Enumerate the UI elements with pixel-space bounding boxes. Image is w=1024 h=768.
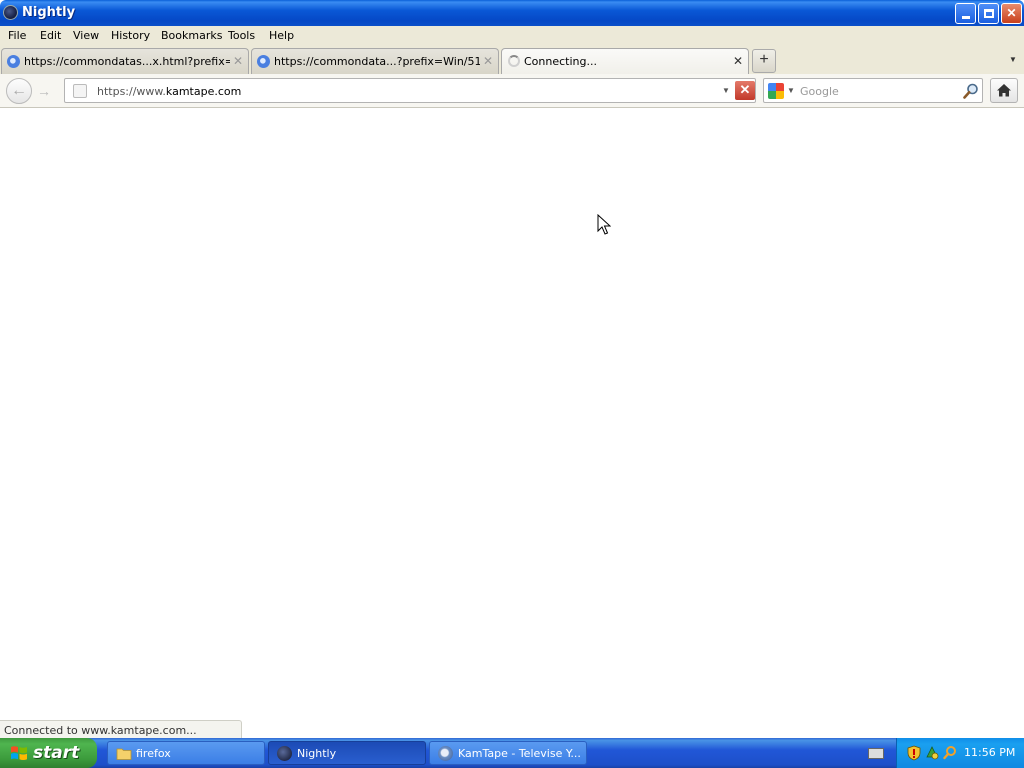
back-button[interactable]: ←: [6, 78, 32, 104]
plus-icon: +: [759, 51, 769, 68]
restore-icon: [983, 9, 994, 18]
mouse-cursor-icon: [597, 214, 611, 235]
magnifier-icon[interactable]: [962, 82, 980, 100]
window-titlebar[interactable]: Nightly ✕: [0, 0, 1024, 26]
status-panel: Connected to www.kamtape.com...: [0, 720, 242, 738]
windows-flag-icon: [11, 746, 27, 761]
search-engine-dropdown-icon[interactable]: ▼: [787, 86, 795, 95]
status-text: Connected to www.kamtape.com...: [4, 724, 197, 737]
forward-arrow-icon: →: [37, 83, 51, 99]
stop-button[interactable]: ✕: [735, 81, 755, 100]
close-icon: ✕: [1006, 6, 1017, 20]
tab-close-icon[interactable]: ✕: [233, 54, 243, 68]
navigation-toolbar: ← → https://www.kamtape.com ▼ ✕ ▼ Google: [0, 74, 1024, 108]
keyboard-language-icon[interactable]: [868, 748, 884, 759]
menu-history[interactable]: History: [111, 29, 150, 42]
tab-close-icon[interactable]: ✕: [483, 54, 493, 68]
tab-label: https://commondatas...x.html?prefix=Win/: [24, 55, 230, 68]
menu-bar: File Edit View History Bookmarks Tools H…: [0, 26, 1024, 46]
menu-bookmarks[interactable]: Bookmarks: [161, 29, 222, 42]
window-title: Nightly: [22, 5, 76, 20]
stop-x-icon: ✕: [739, 82, 751, 97]
nightly-globe-icon: [277, 746, 292, 761]
globe-favicon-icon: [7, 55, 20, 68]
minimize-icon: [961, 16, 970, 19]
taskbar-button-firefox[interactable]: firefox: [107, 741, 265, 765]
loading-spinner-icon: [508, 55, 520, 67]
tab-3-active[interactable]: Connecting... ✕: [501, 48, 749, 74]
start-label: start: [33, 743, 80, 763]
nightly-globe-icon: [3, 5, 18, 20]
back-arrow-icon: ←: [11, 82, 27, 99]
search-bar[interactable]: ▼ Google: [763, 78, 983, 103]
home-icon: [997, 84, 1011, 97]
menu-edit[interactable]: Edit: [40, 29, 61, 42]
menu-file[interactable]: File: [8, 29, 26, 42]
taskbar-button-label: firefox: [136, 747, 171, 760]
start-button[interactable]: start: [0, 738, 97, 768]
url-history-dropdown-icon[interactable]: ▼: [722, 86, 730, 95]
url-text[interactable]: https://www.kamtape.com: [97, 85, 241, 98]
tab-label: https://commondata...?prefix=Win/51594/: [274, 55, 480, 68]
folder-icon: [116, 748, 132, 760]
tab-close-icon[interactable]: ✕: [733, 54, 743, 68]
url-host: kamtape.com: [165, 85, 242, 98]
restore-button[interactable]: [978, 3, 999, 24]
tab-label: Connecting...: [524, 55, 597, 68]
menu-help[interactable]: Help: [269, 29, 294, 42]
menu-view[interactable]: View: [73, 29, 99, 42]
new-tab-button[interactable]: +: [752, 49, 776, 73]
close-window-button[interactable]: ✕: [1001, 3, 1022, 24]
home-button[interactable]: [990, 78, 1018, 103]
taskbar-button-label: KamTape - Televise Y...: [458, 747, 581, 760]
search-placeholder: Google: [800, 85, 839, 98]
google-icon[interactable]: [768, 83, 784, 99]
minimize-button[interactable]: [955, 3, 976, 24]
windows-taskbar: start firefox Nightly KamTape - Televise…: [0, 738, 1024, 768]
security-shield-icon[interactable]: [907, 745, 921, 761]
url-bar[interactable]: https://www.kamtape.com ▼ ✕: [64, 78, 756, 103]
tab-1[interactable]: https://commondatas...x.html?prefix=Win/…: [1, 48, 249, 74]
url-prefix: https://www.: [97, 85, 166, 98]
tab-2[interactable]: https://commondata...?prefix=Win/51594/ …: [251, 48, 499, 74]
menu-tools[interactable]: Tools: [228, 29, 255, 42]
tab-strip: https://commondatas...x.html?prefix=Win/…: [0, 46, 1024, 74]
taskbar-button-label: Nightly: [297, 747, 337, 760]
site-identity-icon[interactable]: [73, 84, 87, 98]
tab-list-dropdown-icon[interactable]: ▼: [1009, 55, 1017, 64]
search-tray-icon[interactable]: [943, 745, 957, 761]
globe-favicon-icon: [257, 55, 270, 68]
forward-button[interactable]: →: [34, 82, 54, 100]
taskbar-button-nightly[interactable]: Nightly: [268, 741, 426, 765]
network-icon[interactable]: [925, 745, 939, 761]
kamtape-icon: [438, 746, 453, 761]
clock: 11:56 PM: [964, 746, 1016, 759]
taskbar-button-kamtape[interactable]: KamTape - Televise Y...: [429, 741, 587, 765]
page-content[interactable]: [0, 109, 1024, 738]
system-tray: 11:56 PM: [896, 738, 1024, 768]
